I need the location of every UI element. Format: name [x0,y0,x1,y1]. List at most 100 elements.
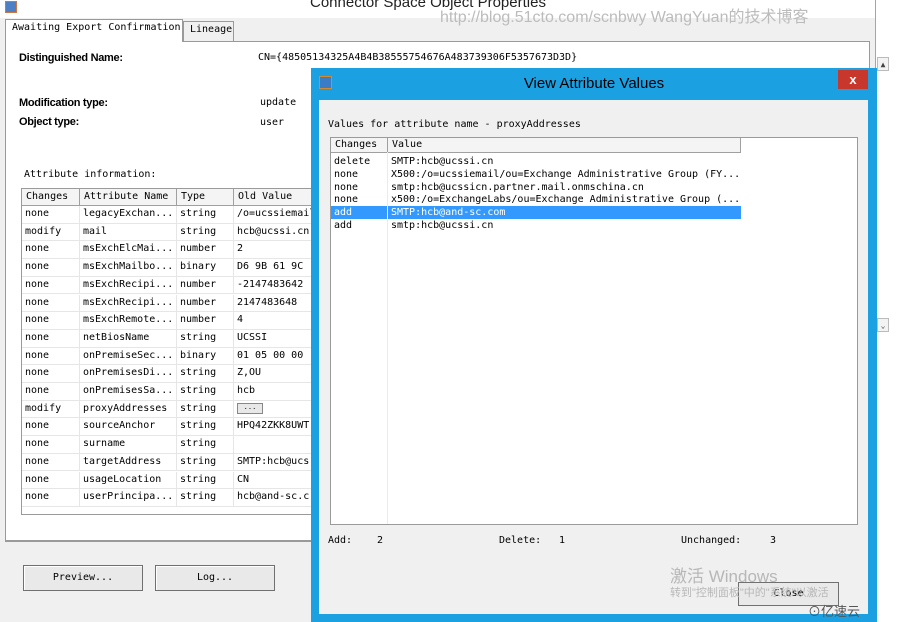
value-row[interactable]: none x500:/o=ExchangeLabs/ou=Exchange Adm… [331,193,741,207]
table-row[interactable]: none msExchRemote... number 4 [22,312,315,330]
modification-type-value: update [260,97,297,108]
right-edge-strip [876,0,897,622]
type-cell: string [177,206,234,223]
table-row[interactable]: none targetAddress string SMTP:hcb@ucs [22,453,315,472]
change-cell: delete [331,155,388,168]
change-cell: none [331,167,388,181]
change-cell: none [331,180,388,194]
table-row[interactable]: none legacyExchan... string/o=ucssiemail [22,206,315,224]
table-row[interactable]: none sourceAnchor string HPQ42ZKK8UWT [22,418,315,437]
add-count-label: Add: [328,535,353,546]
attribute-name-cell: msExchRemote... [80,312,177,329]
value-row[interactable]: none X500:/o=ucssiemail/ou=Exchange Admin… [331,167,741,181]
change-cell: none [22,312,80,329]
values-for-attribute-label: Values for attribute name - proxyAddress… [328,119,581,130]
delete-count-value: 1 [559,535,566,546]
table-row[interactable]: none usageLocation string CN [22,471,315,490]
tab-awaiting-export[interactable]: Awaiting Export Confirmation [5,19,183,42]
change-cell: none [22,453,80,471]
column-header-value[interactable]: Value [388,138,741,153]
change-cell: none [22,418,80,436]
distinguished-name-label: Distinguished Name: [19,52,123,64]
value-cell: smtp:hcb@ucssi.cn [391,220,494,231]
old-value-cell: UCSSI [237,331,268,343]
attribute-name-cell: msExchRecipi... [80,294,177,312]
column-header-old-value[interactable]: Old Value [234,189,315,206]
column-header-attribute-name[interactable]: Attribute Name [80,189,177,206]
ellipsis-button[interactable]: ... [237,402,263,414]
attribute-name-cell: mail [80,223,177,241]
log-button[interactable]: Log... [155,565,275,591]
type-cell: string [177,329,234,347]
value-row[interactable]: add smtp:hcb@ucssi.cn [331,219,741,232]
table-row[interactable]: none netBiosName string UCSSI [22,329,315,348]
attribute-name-cell: onPremisesSa... [80,383,177,400]
type-cell: binary [177,347,234,365]
table-row[interactable]: none onPremiseSec... binary 01 05 00 00 [22,347,315,366]
change-cell: none [22,276,80,294]
table-row[interactable]: none msExchMailbo... binary D6 9B 61 9C [22,259,315,277]
type-cell: number [177,312,234,329]
table-row[interactable]: none msExchElcMai... number 2 [22,241,315,260]
type-cell: string [177,436,234,453]
preview-button[interactable]: Preview... [23,565,143,591]
type-cell: string [177,471,234,489]
change-cell: none [22,489,80,506]
old-value-cell: hcb@ucssi.cn [237,225,310,237]
old-value-cell: 2147483648 [237,296,298,308]
type-cell: string [177,418,234,436]
attribute-info-label: Attribute information: [24,169,157,180]
change-cell: add [331,219,388,232]
values-list[interactable]: Changes Value delete SMTP:hcb@ucssi.cn non… [330,137,858,525]
type-cell: string [177,400,234,418]
old-value-cell: hcb [237,385,256,396]
column-header-changes[interactable]: Changes [22,189,80,206]
change-cell: add [331,206,388,219]
table-row[interactable]: none onPremisesSa... string hcb [22,383,315,401]
attribute-name-cell: targetAddress [80,453,177,471]
table-row[interactable]: modify mail string hcb@ucssi.cn [22,223,315,242]
attribute-name-cell: legacyExchan... [80,206,177,223]
unchanged-count-value: 3 [770,535,777,546]
type-cell: number [177,276,234,294]
value-row[interactable]: delete SMTP:hcb@ucssi.cn [331,155,741,168]
table-row[interactable]: none userPrincipa... string hcb@and-sc.c [22,489,315,507]
modification-type-label: Modification type: [19,97,108,109]
type-cell: string [177,383,234,400]
chevron-down-icon[interactable]: ⌄ [877,318,889,332]
tab-lineage[interactable]: Lineage [183,21,234,41]
change-cell: none [22,259,80,276]
type-cell: string [177,489,234,506]
attribute-name-cell: netBiosName [80,329,177,347]
change-cell: none [331,193,388,207]
column-header-changes[interactable]: Changes [331,138,388,153]
table-row[interactable]: none onPremisesDi... string Z,OU [22,365,315,383]
attribute-name-cell: usageLocation [80,471,177,489]
attribute-grid[interactable]: Changes Attribute Name Type Old Value no… [21,188,316,515]
table-row[interactable]: none msExchRecipi... number -2147483642 [22,276,315,295]
attribute-name-cell: surname [80,436,177,453]
table-row[interactable]: none msExchRecipi... number 2147483648 [22,294,315,313]
attribute-name-cell: proxyAddresses [80,400,177,418]
old-value-cell: CN [237,473,250,485]
dialog-title: View Attribute Values [523,75,665,92]
column-header-type[interactable]: Type [177,189,234,206]
change-cell: none [22,241,80,259]
close-icon[interactable]: x [838,70,868,89]
table-row[interactable]: modify proxyAddresses string... [22,400,315,419]
old-value-cell: 01 05 00 00 [237,349,304,361]
type-cell: string [177,453,234,471]
add-count-value: 2 [377,535,384,546]
type-cell: binary [177,259,234,276]
value-cell: SMTP:hcb@and-sc.com [391,207,506,219]
old-value-cell: 4 [237,314,244,326]
value-row[interactable]: add SMTP:hcb@and-sc.com [331,206,741,219]
type-cell: number [177,241,234,259]
value-cell: X500:/o=ucssiemail/ou=Exchange Administr… [391,168,740,180]
attribute-name-cell: userPrincipa... [80,489,177,506]
table-row[interactable]: none surname string [22,436,315,454]
change-cell: none [22,206,80,223]
value-row[interactable]: none smtp:hcb@ucssicn.partner.mail.onmsch… [331,180,741,194]
attribute-name-cell: onPremisesDi... [80,365,177,382]
scroll-up-arrow-icon[interactable]: ▲ [877,57,889,71]
